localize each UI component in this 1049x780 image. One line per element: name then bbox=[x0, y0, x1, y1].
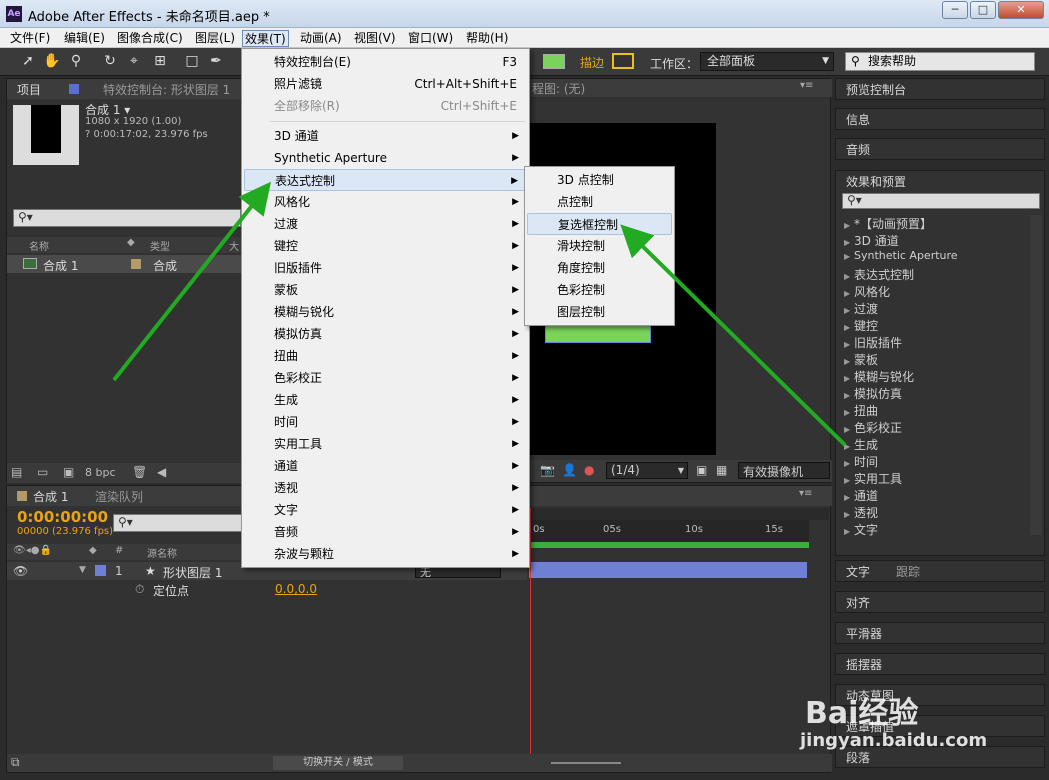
baidu-watermark-logo: Bai经验 bbox=[805, 696, 919, 731]
baidu-watermark-url: jingyan.baidu.com bbox=[800, 730, 988, 751]
annotation-arrow-left bbox=[112, 181, 271, 382]
annotation-arrows bbox=[112, 181, 847, 447]
annotation-arrow-right bbox=[620, 224, 847, 447]
